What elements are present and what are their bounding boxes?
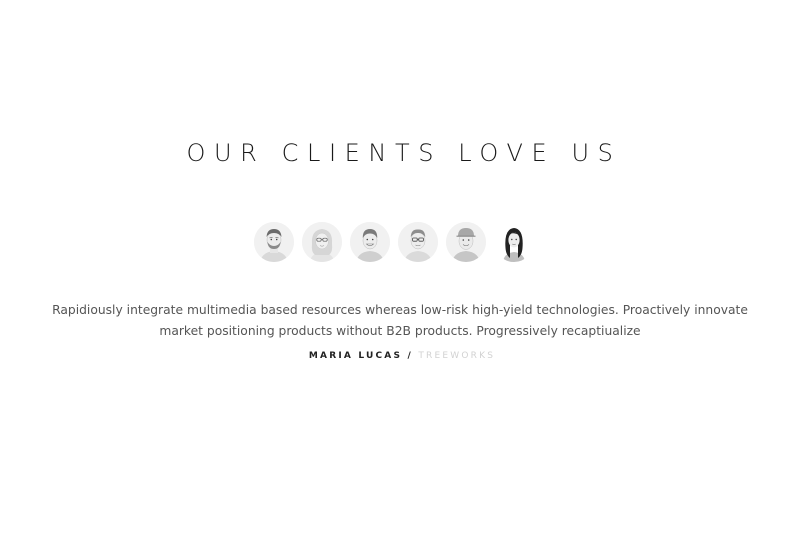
- author-separator: /: [407, 351, 413, 361]
- woman-dark-hair-avatar-icon: [494, 222, 534, 262]
- section-heading: OUR CLIENTS LOVE US: [186, 139, 622, 167]
- testimonial-author: MARIA LUCAS / TREEWORKS: [0, 349, 800, 363]
- client-avatar-6[interactable]: [494, 222, 534, 262]
- client-avatar-5[interactable]: [446, 222, 486, 262]
- client-avatar-list: [254, 222, 534, 264]
- author-company: TREEWORKS: [418, 351, 496, 361]
- testimonial-quote: Rapidiously integrate multimedia based r…: [52, 303, 748, 339]
- author-name: MARIA LUCAS: [308, 351, 403, 361]
- client-avatar-3[interactable]: [350, 222, 390, 262]
- man-smiling-avatar-icon: [350, 222, 390, 262]
- client-avatar-2[interactable]: [302, 222, 342, 262]
- man-beard-avatar-icon: [254, 222, 294, 262]
- client-avatar-1[interactable]: [254, 222, 294, 262]
- man-cap-avatar-icon: [446, 222, 486, 262]
- man-glasses-avatar-icon: [398, 222, 438, 262]
- client-avatar-4[interactable]: [398, 222, 438, 262]
- testimonials-section: OUR CLIENTS LOVE US Rapidiously integrat…: [0, 0, 800, 533]
- woman-glasses-avatar-icon: [302, 222, 342, 262]
